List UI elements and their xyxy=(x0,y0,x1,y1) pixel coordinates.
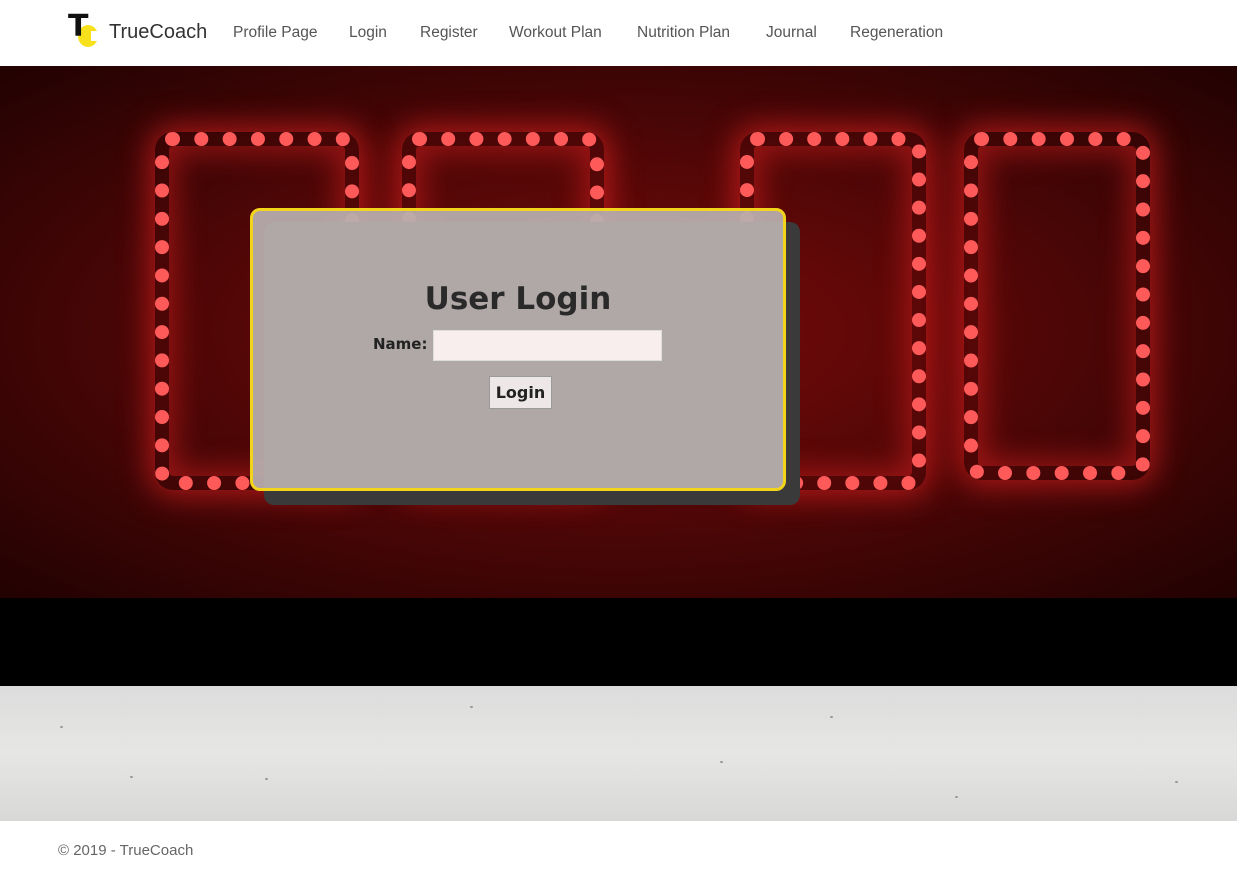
nav-nutrition-plan[interactable]: Nutrition Plan xyxy=(637,23,730,43)
nav-journal[interactable]: Journal xyxy=(766,23,817,43)
login-button[interactable]: Login xyxy=(489,376,552,409)
hero-bottom-band xyxy=(0,598,1237,686)
nav-login[interactable]: Login xyxy=(349,23,387,43)
truecoach-logo-icon[interactable]: T xyxy=(68,12,100,50)
login-panel: User Login Name: Login xyxy=(250,208,786,491)
brand-link[interactable]: TrueCoach xyxy=(109,20,207,44)
nav-regeneration[interactable]: Regeneration xyxy=(850,23,943,43)
nav-workout-plan[interactable]: Workout Plan xyxy=(509,23,602,43)
logo-letter: T xyxy=(68,9,89,44)
nav-register[interactable]: Register xyxy=(420,23,478,43)
led-digit xyxy=(964,132,1150,480)
navbar: T TrueCoach Profile Page Login Register … xyxy=(0,0,1237,66)
name-label: Name: xyxy=(373,335,428,353)
footer-copyright: © 2019 - TrueCoach xyxy=(58,842,194,859)
name-input[interactable] xyxy=(433,330,662,361)
login-title: User Login xyxy=(424,281,612,317)
nav-profile-page[interactable]: Profile Page xyxy=(233,23,317,43)
concrete-texture-band xyxy=(0,686,1237,821)
